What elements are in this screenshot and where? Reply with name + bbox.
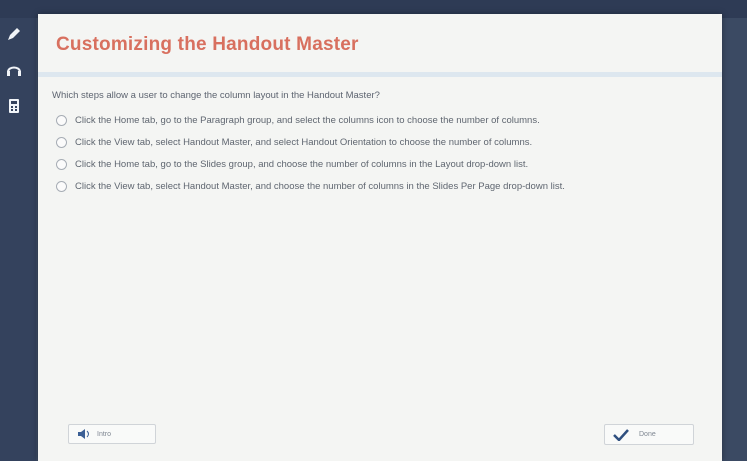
question-text: Which steps allow a user to change the c… (52, 90, 380, 101)
intro-button[interactable]: Intro (68, 424, 156, 444)
answer-option-label: Click the Home tab, go to the Slides gro… (75, 159, 529, 170)
answer-options: Click the Home tab, go to the Paragraph … (56, 114, 716, 202)
title-divider (38, 72, 722, 77)
answer-option-2[interactable]: Click the View tab, select Handout Maste… (56, 136, 716, 149)
question-panel: Customizing the Handout Master Which ste… (38, 14, 722, 461)
radio-button[interactable] (56, 137, 67, 148)
done-button[interactable]: Done (604, 424, 694, 445)
speaker-icon (78, 429, 89, 439)
calculator-icon[interactable] (4, 96, 24, 116)
answer-option-label: Click the View tab, select Handout Maste… (75, 181, 565, 192)
page-title: Customizing the Handout Master (56, 34, 359, 55)
done-button-label: Done (639, 431, 656, 438)
answer-option-1[interactable]: Click the Home tab, go to the Paragraph … (56, 114, 716, 127)
answer-option-label: Click the View tab, select Handout Maste… (75, 137, 533, 148)
radio-button[interactable] (56, 181, 67, 192)
answer-option-4[interactable]: Click the View tab, select Handout Maste… (56, 180, 716, 193)
check-icon (613, 428, 629, 441)
answer-option-label: Click the Home tab, go to the Paragraph … (75, 115, 540, 126)
intro-button-label: Intro (97, 430, 112, 438)
tool-rail (0, 18, 36, 461)
bottom-bar: Intro Done (38, 416, 722, 461)
pencil-icon[interactable] (4, 24, 24, 44)
answer-option-3[interactable]: Click the Home tab, go to the Slides gro… (56, 158, 716, 171)
radio-button[interactable] (56, 159, 67, 170)
radio-button[interactable] (56, 115, 67, 126)
headphones-icon[interactable] (4, 60, 24, 80)
